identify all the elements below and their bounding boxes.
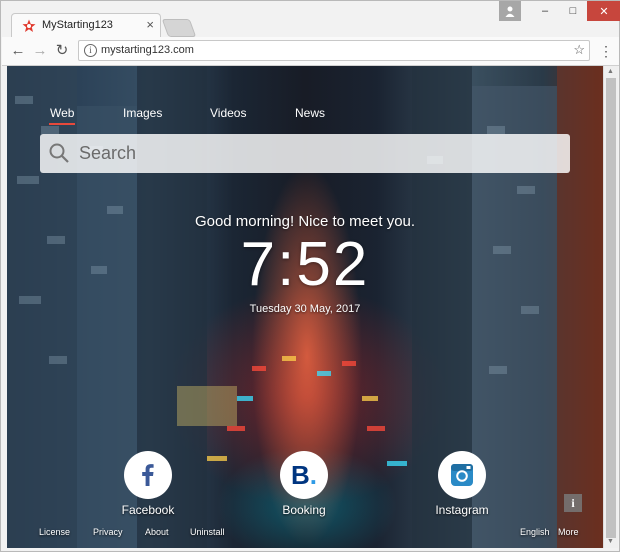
quick-link-label: Booking bbox=[282, 503, 326, 517]
facebook-icon[interactable] bbox=[124, 451, 172, 499]
search-placeholder: Search bbox=[79, 143, 137, 163]
scroll-thumb[interactable] bbox=[606, 78, 616, 538]
site-info-icon[interactable]: i bbox=[84, 44, 97, 57]
scroll-down-icon[interactable]: ▼ bbox=[607, 538, 614, 545]
footer-link-about[interactable]: About bbox=[145, 527, 169, 537]
close-window-button[interactable]: ✕ bbox=[587, 1, 620, 21]
quick-link-facebook[interactable]: Facebook bbox=[113, 451, 183, 517]
quick-link-label: Facebook bbox=[121, 503, 175, 517]
quick-link-label: Instagram bbox=[435, 503, 489, 517]
search-input[interactable]: Search bbox=[40, 134, 570, 173]
back-button[interactable]: ← bbox=[9, 42, 27, 60]
tab-images[interactable]: Images bbox=[123, 106, 162, 120]
url-text[interactable]: mystarting123.com bbox=[101, 44, 194, 56]
tab-news[interactable]: News bbox=[295, 106, 325, 120]
date-text: Tuesday 30 May, 2017 bbox=[249, 303, 361, 315]
window-controls: – □ ✕ bbox=[499, 1, 620, 21]
tab-close-icon[interactable]: × bbox=[146, 17, 154, 33]
footer-link-license[interactable]: License bbox=[39, 527, 70, 537]
tab-web[interactable]: Web bbox=[48, 106, 76, 125]
footer-link-more[interactable]: More bbox=[558, 527, 579, 537]
tab-strip: MyStarting123 × – □ ✕ bbox=[1, 1, 620, 37]
user-profile-icon[interactable] bbox=[499, 1, 521, 21]
browser-toolbar: ← → ↻ i mystarting123.com ☆ ⋮ bbox=[2, 37, 619, 66]
quick-link-instagram[interactable]: Instagram bbox=[427, 451, 497, 517]
new-tab-button[interactable] bbox=[161, 19, 197, 37]
clock: 7:52 bbox=[240, 230, 370, 299]
booking-icon[interactable]: B. bbox=[280, 451, 328, 499]
instagram-icon[interactable] bbox=[438, 451, 486, 499]
reload-button[interactable]: ↻ bbox=[53, 42, 71, 60]
search-icon[interactable] bbox=[49, 143, 69, 163]
browser-tab[interactable]: MyStarting123 × bbox=[11, 13, 161, 37]
forward-button[interactable]: → bbox=[31, 42, 49, 60]
browser-menu-icon[interactable]: ⋮ bbox=[599, 43, 613, 59]
maximize-button[interactable]: □ bbox=[559, 1, 587, 21]
greeting-text: Good morning! Nice to meet you. bbox=[194, 213, 416, 230]
address-bar[interactable]: i mystarting123.com ☆ bbox=[78, 40, 590, 61]
page-scrollbar[interactable]: ▲ ▼ bbox=[603, 66, 618, 548]
info-icon[interactable]: i bbox=[564, 494, 582, 512]
tab-title: MyStarting123 bbox=[42, 19, 113, 31]
bookmark-star-icon[interactable]: ☆ bbox=[573, 42, 585, 58]
start-page: Web Images Videos News Search Good morni… bbox=[7, 66, 603, 548]
browser-window: MyStarting123 × – □ ✕ ← → ↻ i mystarting… bbox=[0, 0, 620, 552]
footer-link-privacy[interactable]: Privacy bbox=[93, 527, 123, 537]
mystarting-favicon-icon bbox=[22, 19, 36, 32]
language-selector[interactable]: English bbox=[520, 527, 550, 537]
scroll-up-icon[interactable]: ▲ bbox=[607, 68, 614, 75]
quick-link-booking[interactable]: B. Booking bbox=[269, 451, 339, 517]
minimize-button[interactable]: – bbox=[531, 1, 559, 21]
tab-videos[interactable]: Videos bbox=[210, 106, 246, 120]
footer-link-uninstall[interactable]: Uninstall bbox=[190, 527, 225, 537]
